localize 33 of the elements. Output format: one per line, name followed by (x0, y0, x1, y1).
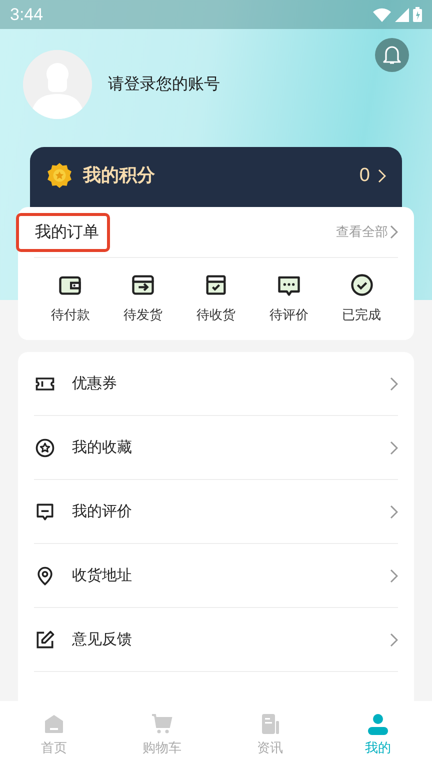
person-icon (366, 712, 390, 736)
order-status-item[interactable]: 已完成 (342, 272, 382, 324)
login-prompt[interactable]: 请登录您的账号 (108, 74, 220, 95)
signal-icon (395, 8, 409, 22)
battery-icon (413, 7, 422, 22)
medal-icon (46, 162, 73, 189)
clock: 3:44 (10, 4, 44, 24)
order-status-item[interactable]: 待收货 (196, 272, 236, 324)
bell-icon (383, 45, 401, 65)
chevron-icon (390, 568, 398, 582)
points-card[interactable]: 我的积分 0 (30, 147, 402, 207)
menu-item[interactable]: 意见反馈 (72, 630, 374, 649)
chevron-icon (390, 632, 398, 646)
wifi-icon (373, 8, 391, 22)
check-circle-icon (348, 272, 375, 298)
menu-item[interactable]: 我的评价 (72, 502, 374, 521)
cart-icon (150, 712, 174, 736)
menu-item[interactable]: 我的收藏 (72, 438, 374, 457)
orders-title: 我的订单 (16, 212, 110, 252)
order-status-item[interactable]: 待发货 (124, 272, 163, 324)
home-icon (42, 712, 66, 736)
order-status-item[interactable]: 待付款 (50, 272, 90, 324)
order-status-item[interactable]: 待评价 (269, 272, 308, 324)
menu-item[interactable]: 优惠券 (72, 374, 374, 393)
points-title: 我的积分 (83, 164, 155, 188)
chevron-icon (390, 225, 398, 239)
points-value: 0 (359, 164, 370, 188)
chevron-icon (378, 169, 386, 183)
chevron-icon (390, 504, 398, 518)
menu-item[interactable]: 收货地址 (72, 566, 374, 585)
chevron-icon (390, 440, 398, 454)
chevron-icon (390, 376, 398, 390)
edit-icon (34, 628, 56, 650)
